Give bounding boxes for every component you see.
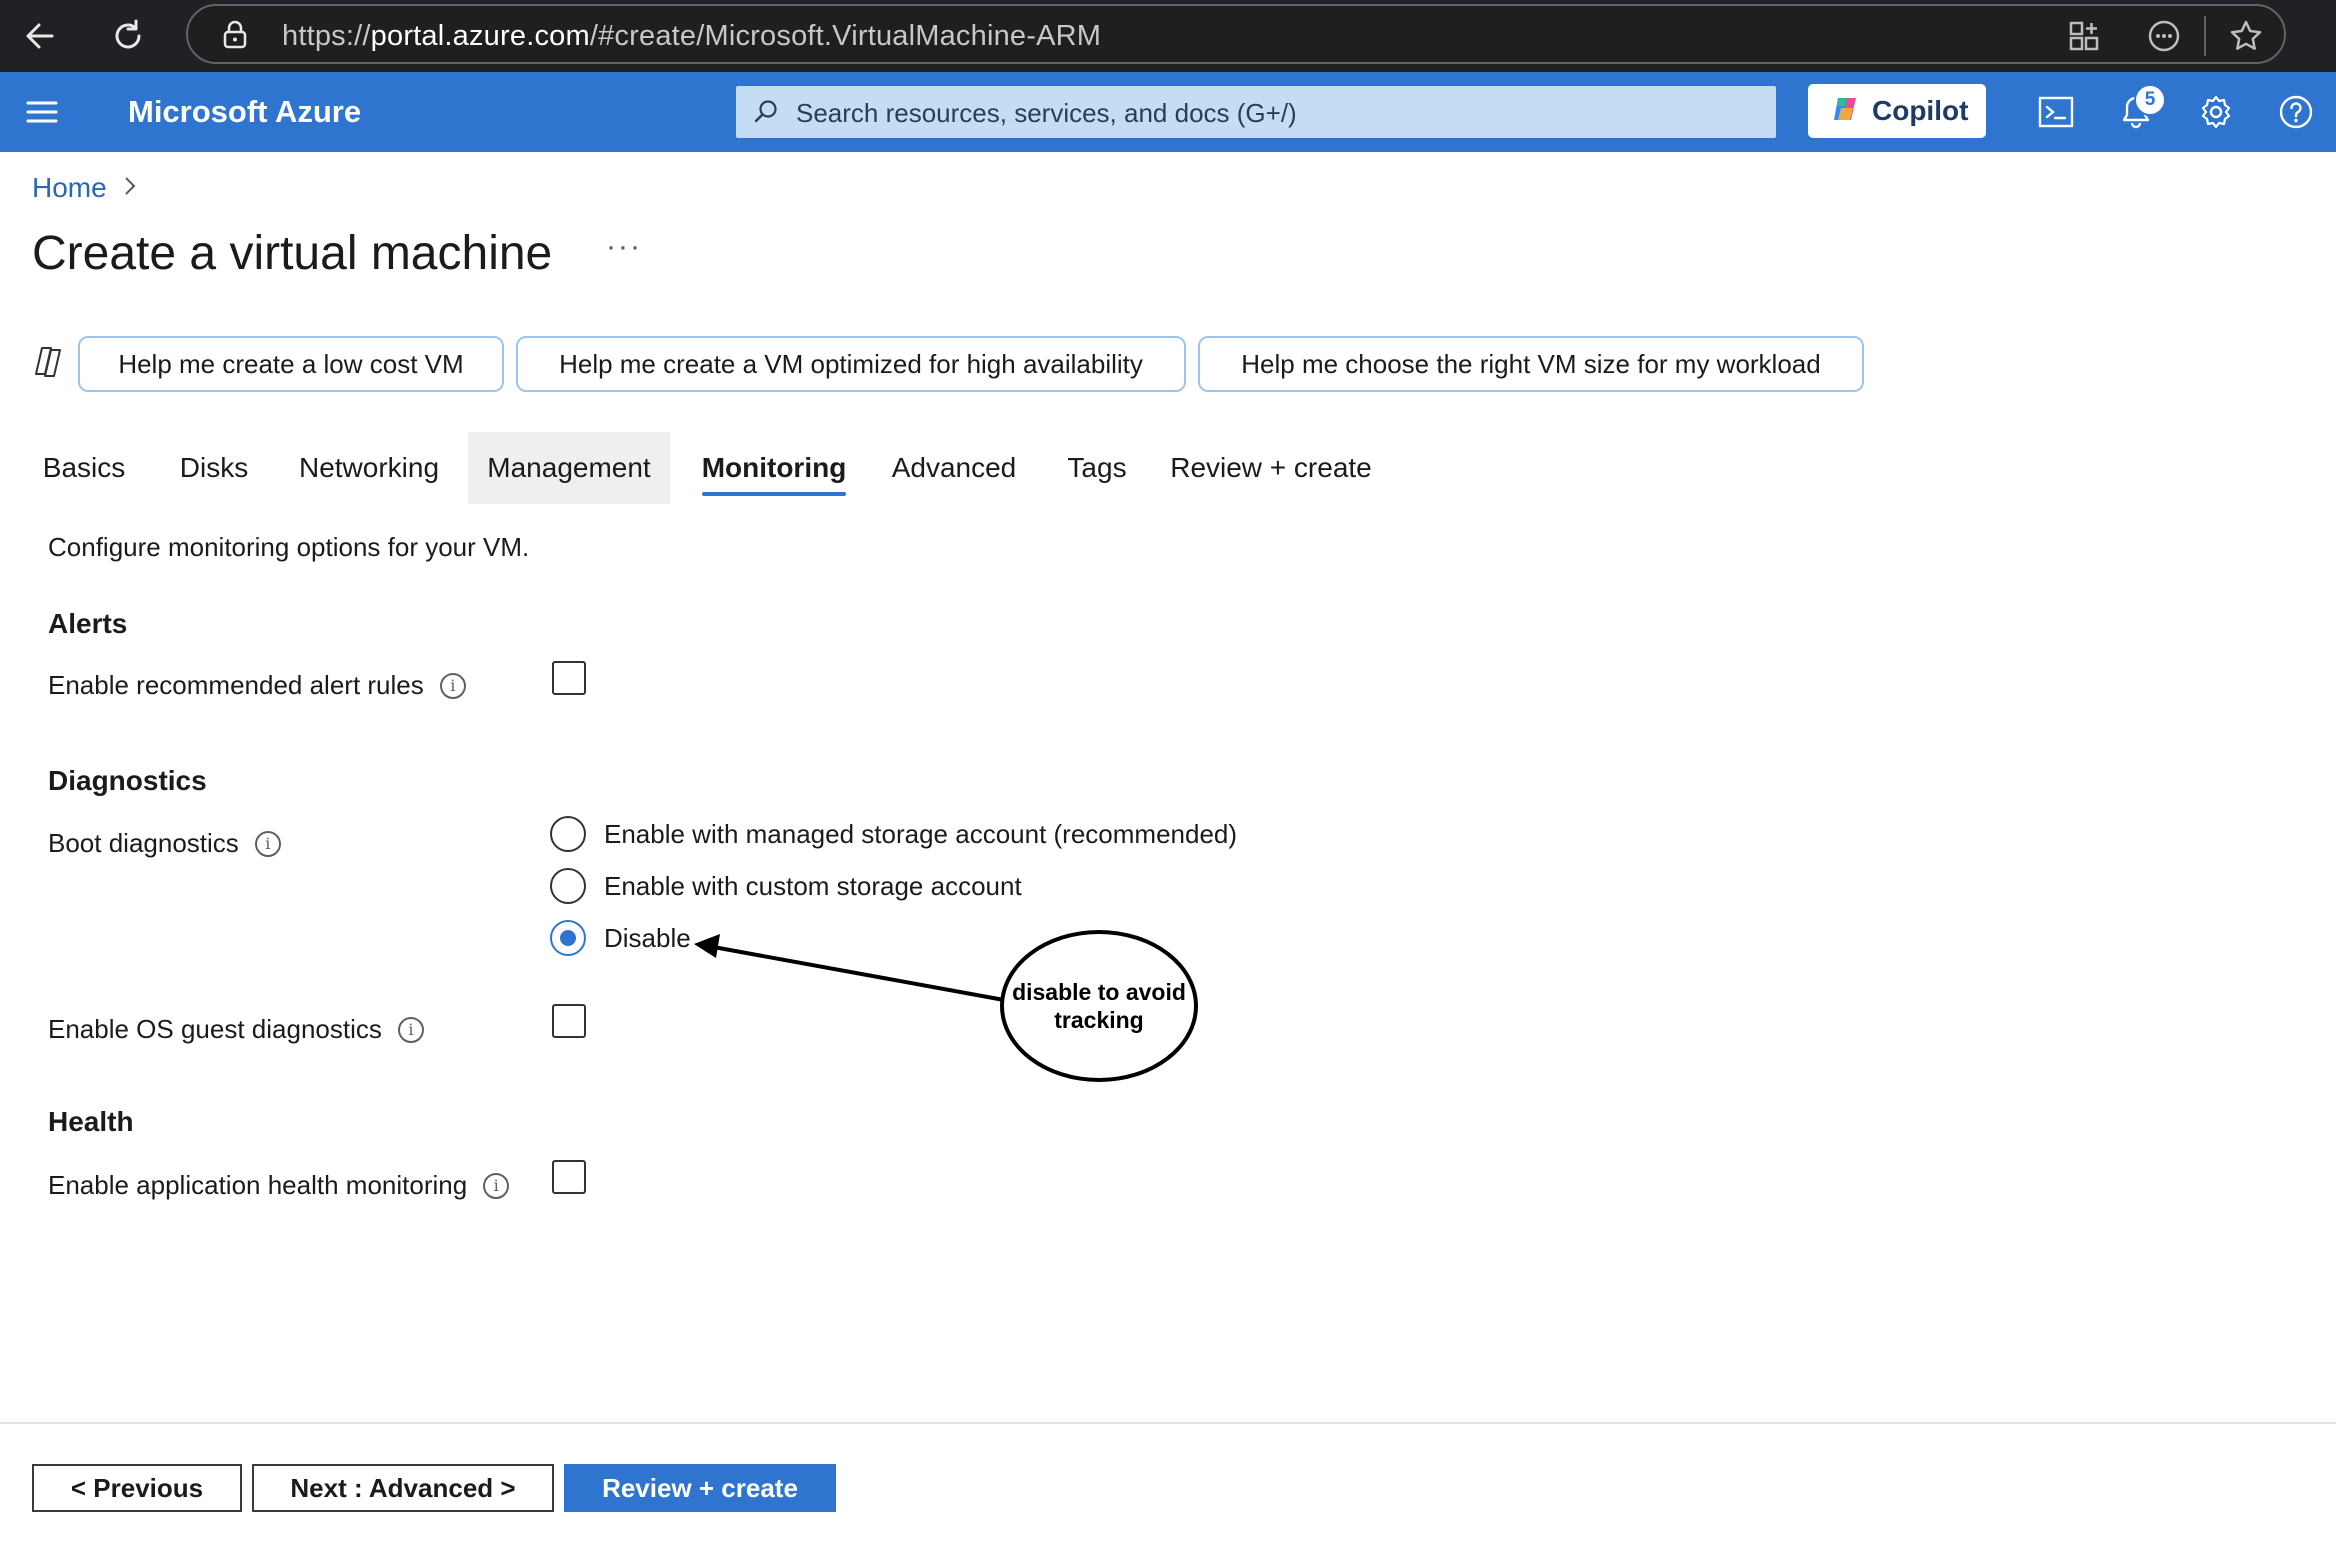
annotation-text-line2: tracking	[1054, 1007, 1144, 1033]
suggestion-vm-size[interactable]: Help me choose the right VM size for my …	[1198, 336, 1864, 392]
refresh-icon[interactable]	[102, 10, 154, 62]
radio-label: Disable	[604, 922, 691, 953]
info-icon[interactable]: i	[439, 672, 466, 699]
tab-networking[interactable]: Networking	[280, 432, 458, 504]
page-more-actions[interactable]: ···	[606, 230, 642, 264]
next-advanced-button[interactable]: Next : Advanced >	[252, 1464, 554, 1512]
tab-review-create[interactable]: Review + create	[1170, 432, 1372, 504]
tab-management[interactable]: Management	[468, 432, 670, 504]
radio-label: Enable with custom storage account	[604, 870, 1022, 901]
browser-toolbar: https://portal.azure.com/#create/Microso…	[0, 0, 2336, 72]
tab-advanced[interactable]: Advanced	[886, 432, 1022, 504]
search-icon	[752, 98, 780, 131]
os-guest-label-text: Enable OS guest diagnostics	[48, 1014, 382, 1044]
toolbar-divider	[2204, 16, 2206, 56]
os-guest-diagnostics-label: Enable OS guest diagnostics i	[48, 1014, 424, 1045]
radio-label: Enable with managed storage account (rec…	[604, 818, 1238, 849]
breadcrumb-home-link[interactable]: Home	[32, 172, 107, 204]
diagnostics-heading: Diagnostics	[48, 765, 207, 796]
extensions-icon[interactable]	[2060, 12, 2108, 60]
alert-rules-label-text: Enable recommended alert rules	[48, 670, 424, 700]
copilot-logo-icon	[1830, 94, 1860, 129]
enable-alert-rules-checkbox[interactable]	[552, 661, 586, 695]
back-arrow-icon[interactable]	[14, 10, 66, 62]
enable-os-guest-diagnostics-checkbox[interactable]	[552, 1004, 586, 1038]
suggestion-high-availability[interactable]: Help me create a VM optimized for high a…	[516, 336, 1186, 392]
app-health-label: Enable application health monitoring i	[48, 1170, 510, 1201]
help-question-icon[interactable]	[2274, 90, 2318, 134]
footer-divider	[0, 1422, 2336, 1424]
favorite-star-icon[interactable]	[2222, 12, 2270, 60]
boot-option-custom[interactable]: Enable with custom storage account	[550, 868, 1022, 904]
health-heading: Health	[48, 1106, 134, 1137]
alert-rules-label: Enable recommended alert rules i	[48, 670, 466, 701]
copilot-label: Copilot	[1872, 95, 1969, 126]
radio-custom-storage[interactable]	[550, 868, 586, 904]
boot-option-managed[interactable]: Enable with managed storage account (rec…	[550, 816, 1237, 852]
info-icon[interactable]: i	[254, 830, 281, 857]
address-bar[interactable]: https://portal.azure.com/#create/Microso…	[186, 4, 2286, 64]
page-title: Create a virtual machine	[32, 227, 553, 280]
annotation-text-line1: disable to avoid	[1012, 979, 1186, 1005]
boot-diagnostics-label: Boot diagnostics i	[48, 828, 281, 859]
more-icon[interactable]	[2140, 12, 2188, 60]
tab-tags[interactable]: Tags	[1062, 432, 1132, 504]
info-icon[interactable]: i	[397, 1016, 424, 1043]
breadcrumb: Home	[32, 172, 137, 204]
copilot-button[interactable]: Copilot	[1808, 84, 1986, 138]
enable-app-health-checkbox[interactable]	[552, 1160, 586, 1194]
tab-monitoring[interactable]: Monitoring	[702, 432, 846, 504]
notification-count-badge: 5	[2134, 84, 2166, 116]
previous-button[interactable]: < Previous	[32, 1464, 242, 1512]
radio-managed-storage[interactable]	[550, 816, 586, 852]
tab-basics[interactable]: Basics	[20, 432, 148, 504]
review-create-button[interactable]: Review + create	[564, 1464, 836, 1512]
boot-option-disable[interactable]: Disable	[550, 920, 691, 956]
azure-brand[interactable]: Microsoft Azure	[128, 94, 361, 130]
info-icon[interactable]: i	[483, 1172, 510, 1199]
hamburger-menu-icon[interactable]	[22, 94, 62, 130]
chevron-right-icon	[123, 175, 137, 202]
suggestion-low-cost-vm[interactable]: Help me create a low cost VM	[78, 336, 504, 392]
monitoring-intro-text: Configure monitoring options for your VM…	[48, 532, 530, 562]
azure-top-bar: Microsoft Azure Search resources, servic…	[0, 72, 2336, 152]
copilot-suggestions-icon	[32, 344, 68, 380]
cloud-shell-icon[interactable]	[2034, 90, 2078, 134]
boot-diagnostics-label-text: Boot diagnostics	[48, 828, 239, 858]
radio-disable[interactable]	[550, 920, 586, 956]
url-text: https://portal.azure.com/#create/Microso…	[282, 20, 1102, 52]
global-search-input[interactable]: Search resources, services, and docs (G+…	[736, 86, 1776, 138]
annotation-callout: disable to avoid tracking	[1000, 930, 1198, 1082]
search-placeholder: Search resources, services, and docs (G+…	[796, 98, 1297, 128]
tab-disks[interactable]: Disks	[164, 432, 264, 504]
lock-icon[interactable]	[222, 20, 248, 55]
settings-gear-icon[interactable]	[2194, 90, 2238, 134]
alerts-heading: Alerts	[48, 608, 128, 639]
app-health-label-text: Enable application health monitoring	[48, 1170, 468, 1200]
